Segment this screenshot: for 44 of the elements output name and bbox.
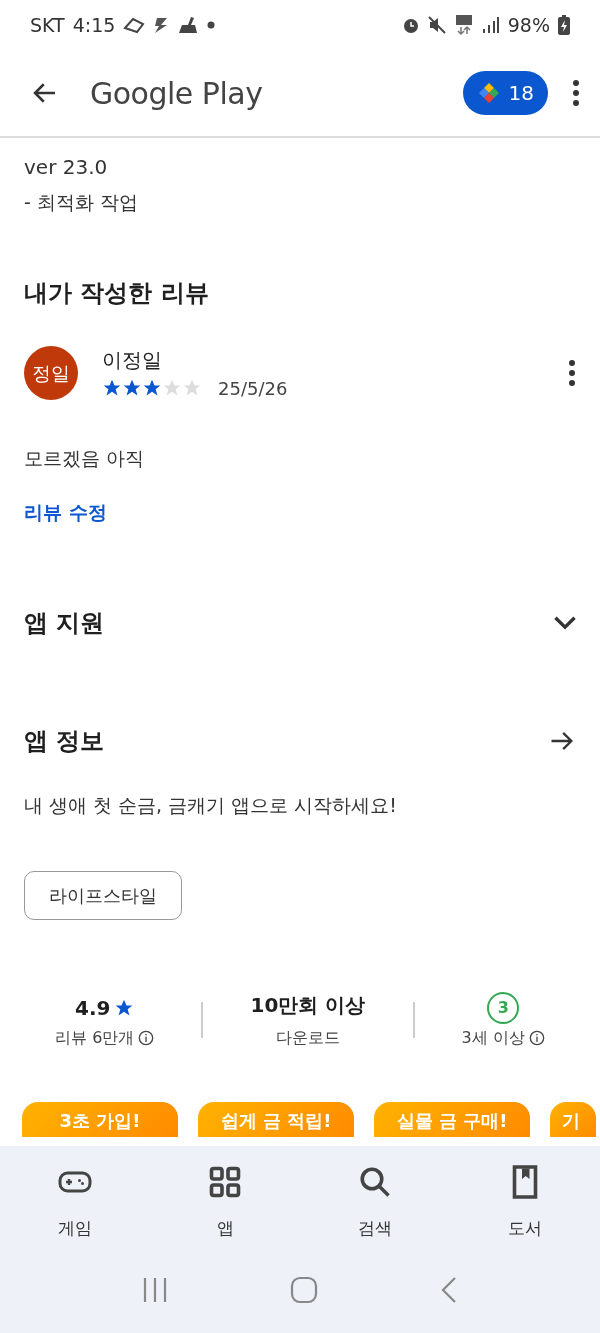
filled-star-icon [102, 378, 122, 398]
info-icon[interactable] [138, 1030, 155, 1046]
age-rating-badge: 3 [487, 992, 520, 1024]
alarm-icon [401, 16, 420, 34]
more-options-icon[interactable] [572, 79, 580, 107]
network-icon [453, 15, 474, 35]
version-text: ver 23.0 [24, 154, 109, 181]
release-note: - 최적화 작업 [24, 190, 139, 215]
app-bar-title: Google Play [90, 74, 263, 113]
app-support-row[interactable]: 앱 지원 [0, 604, 600, 641]
stat-value: 10만회 이상 [250, 992, 366, 1019]
nav-tab-label[interactable]: 도서 [508, 1216, 542, 1242]
app-description: 내 생애 첫 순금, 금캐기 앱으로 시작하세요! [24, 792, 398, 818]
points-button[interactable]: 18 [462, 71, 548, 115]
info-icon[interactable] [528, 1030, 545, 1046]
filled-star-icon [142, 378, 162, 398]
rating-value: 4.9 [75, 995, 111, 1022]
review-date: 25/5/26 [218, 376, 288, 401]
clock: 4:15 [72, 12, 116, 38]
battery-icon [558, 15, 570, 35]
stat-label: 3세 이상 [461, 1027, 525, 1049]
grid-icon[interactable] [207, 1164, 243, 1200]
more-options-icon[interactable] [568, 359, 576, 387]
nav-tab-label[interactable]: 검색 [358, 1216, 392, 1242]
reviewer-name: 이정일 [102, 346, 163, 374]
carrier: SKT [30, 12, 65, 38]
review-text: 모르겠음 아직 [24, 445, 146, 471]
dot-icon [207, 21, 216, 29]
edit-review-link[interactable]: 리뷰 수정 [24, 498, 107, 527]
stat-label: 다운로드 [276, 1027, 340, 1049]
section-heading: 앱 정보 [24, 725, 105, 757]
home-icon[interactable] [290, 1275, 318, 1304]
notification-icon [123, 16, 146, 34]
section-heading: 내가 작성한 리뷰 [24, 277, 210, 309]
category-chip[interactable]: 라이프스타일 [24, 871, 182, 920]
signal-icon [481, 16, 500, 34]
mute-icon [427, 16, 446, 34]
avatar: 정일 [24, 346, 78, 400]
battery-level: 98% [507, 12, 550, 38]
notification-icon [153, 16, 170, 34]
stat-label: 리뷰 6만개 [55, 1027, 135, 1049]
nav-tab-label[interactable]: 게임 [58, 1216, 92, 1242]
filled-star-icon [122, 378, 142, 398]
nav-tab-label[interactable]: 앱 [216, 1216, 234, 1242]
